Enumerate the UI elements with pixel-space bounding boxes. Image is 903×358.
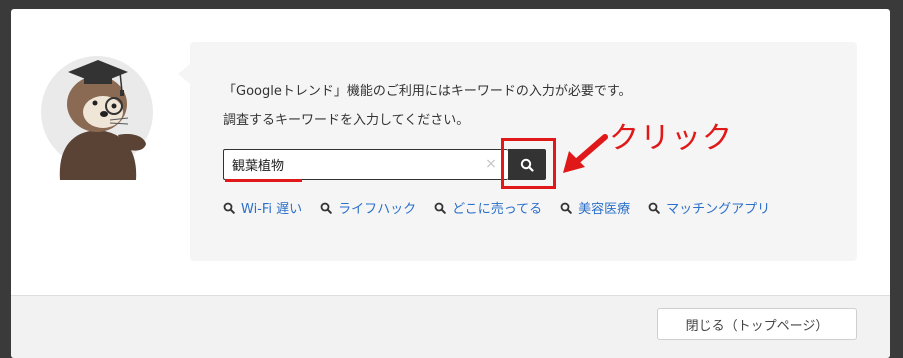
search-icon xyxy=(648,202,660,214)
search-icon xyxy=(560,202,572,214)
instruction-subtext: 調査するキーワードを入力してください。 xyxy=(223,113,470,128)
suggestion-link[interactable]: Wi-Fi 遅い xyxy=(223,198,302,217)
suggestion-link[interactable]: マッチングアプリ xyxy=(648,198,770,217)
suggestion-label: 美容医療 xyxy=(578,202,631,217)
instruction-text: 「Googleトレンド」機能のご利用にはキーワードの入力が必要です。 xyxy=(223,84,632,99)
modal-footer: 閉じる（トップページ） xyxy=(11,295,890,358)
annotation-highlight-box xyxy=(501,138,556,189)
suggestion-label: Wi-Fi 遅い xyxy=(241,202,303,217)
search-icon xyxy=(320,202,332,214)
annotation-arrow-icon xyxy=(563,134,608,173)
suggestion-link[interactable]: どこに売ってる xyxy=(434,198,542,217)
keyword-input[interactable] xyxy=(232,150,482,179)
suggestion-label: どこに売ってる xyxy=(452,202,543,217)
keyword-suggestions: Wi-Fi 遅い ライフハック どこに売ってる 美容医療 マッチングアプリ xyxy=(223,198,770,217)
keyword-search-box: × xyxy=(223,149,508,180)
annotation-label: クリック xyxy=(609,121,733,156)
suggestion-link[interactable]: 美容医療 xyxy=(560,198,630,217)
close-button[interactable]: 閉じる（トップページ） xyxy=(657,308,857,340)
search-icon xyxy=(223,202,235,214)
keyword-modal: 「Googleトレンド」機能のご利用にはキーワードの入力が必要です。 調査するキ… xyxy=(11,9,890,358)
mascot-otter-icon xyxy=(41,56,153,180)
search-icon xyxy=(434,202,446,214)
annotation-underline xyxy=(225,179,302,182)
clear-icon[interactable]: × xyxy=(484,157,498,171)
suggestion-link[interactable]: ライフハック xyxy=(320,198,416,217)
suggestion-label: マッチングアプリ xyxy=(666,202,771,217)
suggestion-label: ライフハック xyxy=(338,202,417,217)
